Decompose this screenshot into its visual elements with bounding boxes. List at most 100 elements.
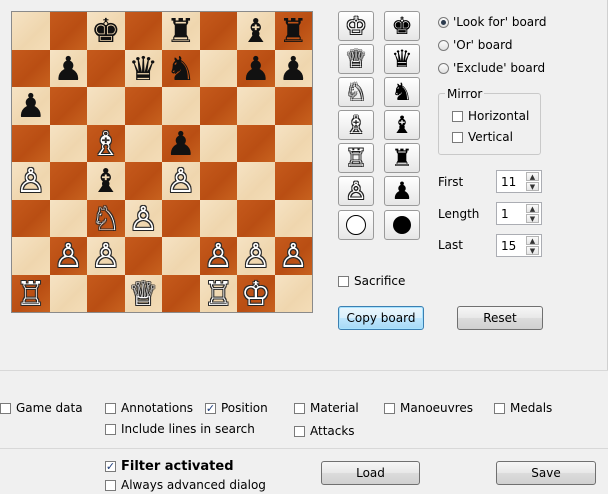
black-pawn-icon[interactable]: ♟ — [241, 52, 271, 85]
square-e8[interactable]: ♜ — [162, 12, 200, 50]
white-pawn-icon[interactable]: ♙ — [91, 239, 121, 272]
radio-exclude-board[interactable]: 'Exclude' board — [438, 61, 545, 75]
black-bishop-icon[interactable]: ♝ — [91, 164, 121, 197]
square-c5[interactable]: ♗ — [87, 124, 125, 162]
square-h3[interactable] — [274, 199, 312, 237]
arrow-up-icon[interactable]: ▲ — [526, 172, 539, 181]
square-e7[interactable]: ♞ — [162, 49, 200, 87]
palette-black-knight-button[interactable]: ♞ — [384, 77, 420, 107]
square-g5[interactable] — [237, 124, 275, 162]
arrow-up-icon[interactable]: ▲ — [526, 204, 539, 213]
white-pawn-icon[interactable]: ♙ — [278, 239, 308, 272]
square-h7[interactable]: ♟ — [274, 49, 312, 87]
square-b4[interactable] — [49, 162, 87, 200]
material-checkbox[interactable]: Material — [294, 401, 359, 415]
reset-button[interactable]: Reset — [457, 306, 543, 330]
square-b1[interactable] — [49, 274, 87, 312]
black-bishop-icon[interactable]: ♝ — [241, 14, 271, 47]
square-a2[interactable] — [12, 237, 50, 275]
white-king-icon[interactable]: ♔ — [241, 277, 271, 310]
game-data-checkbox[interactable]: Game data — [0, 401, 83, 415]
palette-white-rook-button[interactable]: ♖ — [338, 143, 374, 173]
arrow-down-icon[interactable]: ▼ — [526, 182, 539, 191]
square-d7[interactable]: ♛ — [124, 49, 162, 87]
white-pawn-icon[interactable]: ♙ — [16, 164, 46, 197]
square-f3[interactable] — [199, 199, 237, 237]
square-b2[interactable]: ♙ — [49, 237, 87, 275]
square-a3[interactable] — [12, 199, 50, 237]
mirror-horizontal-checkbox[interactable]: Horizontal — [452, 109, 529, 123]
square-f4[interactable] — [199, 162, 237, 200]
medals-checkbox[interactable]: Medals — [494, 401, 552, 415]
square-d3[interactable]: ♙ — [124, 199, 162, 237]
black-pawn-icon[interactable]: ♟ — [16, 89, 46, 122]
first-move-stepper[interactable]: 11 ▲ ▼ — [496, 170, 542, 193]
square-c6[interactable] — [87, 87, 125, 125]
square-e5[interactable]: ♟ — [162, 124, 200, 162]
square-a6[interactable]: ♟ — [12, 87, 50, 125]
black-rook-icon[interactable]: ♜ — [278, 14, 308, 47]
square-e2[interactable] — [162, 237, 200, 275]
radio-or-board[interactable]: 'Or' board — [438, 38, 512, 52]
square-d8[interactable] — [124, 12, 162, 50]
square-b7[interactable]: ♟ — [49, 49, 87, 87]
square-b5[interactable] — [49, 124, 87, 162]
copy-board-button[interactable]: Copy board — [338, 306, 424, 330]
square-g3[interactable] — [237, 199, 275, 237]
palette-black-king-button[interactable]: ♚ — [384, 11, 420, 41]
white-rook-icon[interactable]: ♖ — [16, 277, 46, 310]
square-a7[interactable] — [12, 49, 50, 87]
manoeuvres-checkbox[interactable]: Manoeuvres — [384, 401, 473, 415]
square-g6[interactable] — [237, 87, 275, 125]
square-c1[interactable] — [87, 274, 125, 312]
arrow-down-icon[interactable]: ▼ — [526, 246, 539, 255]
last-move-stepper[interactable]: 15 ▲ ▼ — [496, 234, 542, 257]
square-c7[interactable] — [87, 49, 125, 87]
square-d6[interactable] — [124, 87, 162, 125]
white-pawn-icon[interactable]: ♙ — [128, 202, 158, 235]
attacks-checkbox[interactable]: Attacks — [294, 424, 355, 438]
palette-black-queen-button[interactable]: ♛ — [384, 44, 420, 74]
square-c3[interactable]: ♘ — [87, 199, 125, 237]
black-king-icon[interactable]: ♚ — [91, 14, 121, 47]
palette-black-bishop-button[interactable]: ♝ — [384, 110, 420, 140]
radio-look-for-board[interactable]: 'Look for' board — [438, 15, 547, 29]
white-pawn-icon[interactable]: ♙ — [166, 164, 196, 197]
square-f1[interactable]: ♖ — [199, 274, 237, 312]
square-h8[interactable]: ♜ — [274, 12, 312, 50]
square-h2[interactable]: ♙ — [274, 237, 312, 275]
square-e6[interactable] — [162, 87, 200, 125]
square-b3[interactable] — [49, 199, 87, 237]
square-f5[interactable] — [199, 124, 237, 162]
square-a1[interactable]: ♖ — [12, 274, 50, 312]
square-d5[interactable] — [124, 124, 162, 162]
square-g7[interactable]: ♟ — [237, 49, 275, 87]
square-e4[interactable]: ♙ — [162, 162, 200, 200]
square-d4[interactable] — [124, 162, 162, 200]
black-knight-icon[interactable]: ♞ — [166, 52, 196, 85]
black-pawn-icon[interactable]: ♟ — [53, 52, 83, 85]
white-pawn-icon[interactable]: ♙ — [53, 239, 83, 272]
square-h4[interactable] — [274, 162, 312, 200]
black-pawn-icon[interactable]: ♟ — [166, 127, 196, 160]
square-g2[interactable]: ♙ — [237, 237, 275, 275]
chess-board[interactable]: ♚ ♜ ♝ ♜ ♟ ♛ ♞ ♟ ♟ ♟ ♗ ♟ ♙ ♝ ♙ ♘ ♙ ♙ ♙ ♙ ♙ ♙ ♖ ♕ ♖ ♔ — [11, 11, 313, 313]
filter-activated-checkbox[interactable]: ✓ Filter activated — [105, 459, 234, 474]
square-d1[interactable]: ♕ — [124, 274, 162, 312]
always-advanced-checkbox[interactable]: Always advanced dialog — [105, 478, 266, 492]
arrow-up-icon[interactable]: ▲ — [526, 236, 539, 245]
include-lines-checkbox[interactable]: Include lines in search — [105, 422, 255, 436]
square-d2[interactable] — [124, 237, 162, 275]
square-g8[interactable]: ♝ — [237, 12, 275, 50]
palette-white-queen-button[interactable]: ♕ — [338, 44, 374, 74]
black-pawn-icon[interactable]: ♟ — [278, 52, 308, 85]
square-h1[interactable] — [274, 274, 312, 312]
black-queen-icon[interactable]: ♛ — [128, 52, 158, 85]
square-e1[interactable] — [162, 274, 200, 312]
palette-black-any-button[interactable] — [384, 210, 420, 240]
white-knight-icon[interactable]: ♘ — [91, 202, 121, 235]
square-c8[interactable]: ♚ — [87, 12, 125, 50]
palette-white-knight-button[interactable]: ♘ — [338, 77, 374, 107]
square-g1[interactable]: ♔ — [237, 274, 275, 312]
square-b6[interactable] — [49, 87, 87, 125]
